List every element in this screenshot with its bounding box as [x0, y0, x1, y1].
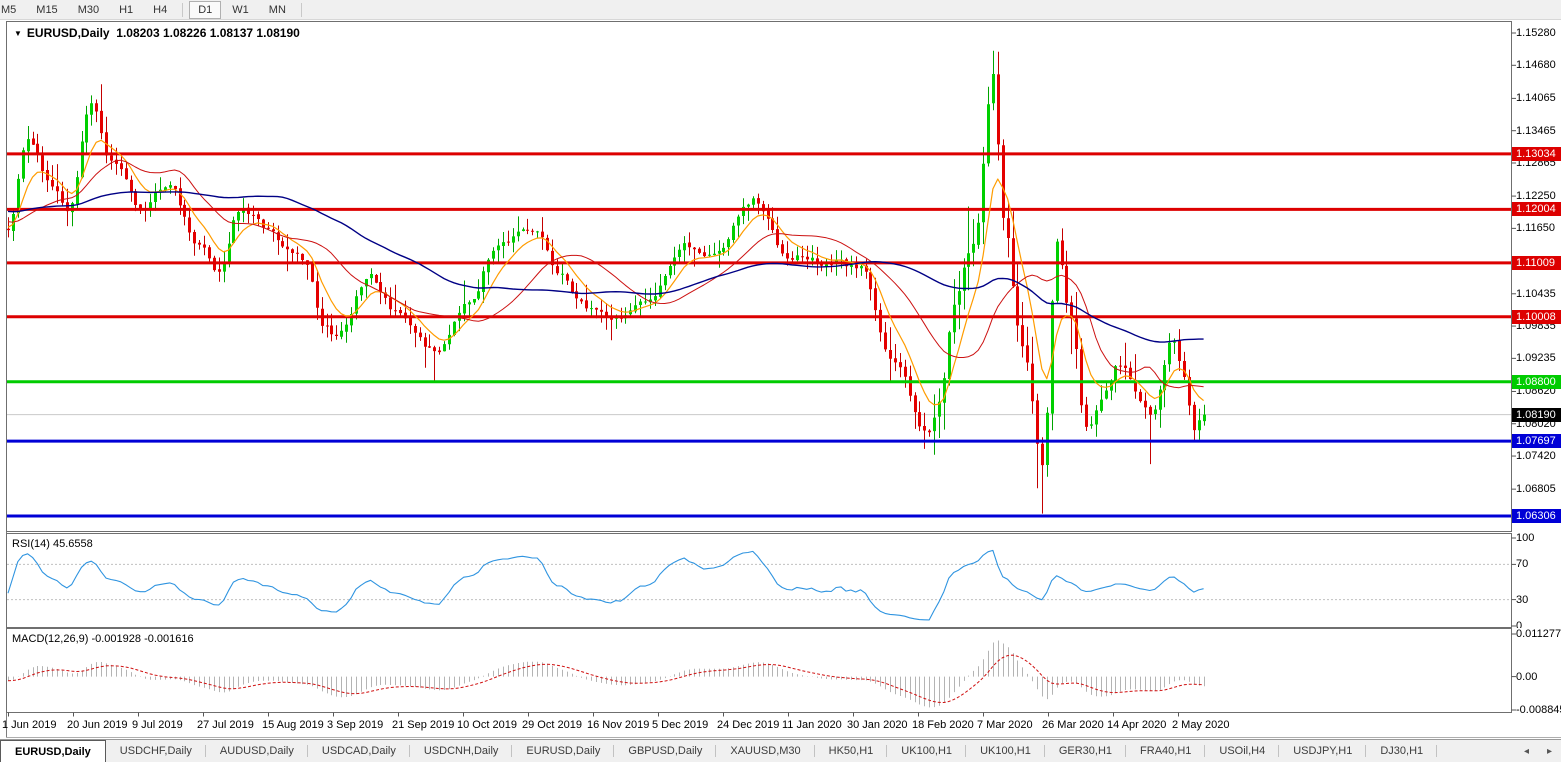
price-axis-label: 1.09235 — [1516, 352, 1560, 365]
level-price-tag: 1.13034 — [1512, 147, 1561, 161]
price-axis-label: 1.06805 — [1516, 483, 1560, 496]
level-price-tag: 1.10008 — [1512, 310, 1561, 324]
level-price-tag: 1.12004 — [1512, 202, 1561, 216]
macd-axis-label: -0.008845 — [1516, 704, 1561, 717]
level-price-tag: 1.07697 — [1512, 434, 1561, 448]
date-axis-label: 10 Oct 2019 — [457, 719, 517, 731]
price-axis-label: 1.11650 — [1516, 222, 1560, 235]
rsi-indicator-label: RSI(14) 45.6558 — [12, 538, 93, 550]
level-price-tag: 1.06306 — [1512, 509, 1561, 523]
price-axis-label: 1.07420 — [1516, 450, 1560, 463]
bull-candle-bodies — [12, 74, 1206, 465]
macd-axis-label: 0.00 — [1516, 671, 1560, 684]
price-axis-label: 1.15280 — [1516, 27, 1560, 40]
price-axis-label: 1.10435 — [1516, 288, 1560, 301]
current-price-tag: 1.08190 — [1512, 408, 1561, 422]
date-axis-label: 16 Nov 2019 — [587, 719, 650, 731]
panel-border — [6, 533, 1512, 628]
date-axis-label: 29 Oct 2019 — [522, 719, 582, 731]
macd-histogram — [8, 640, 1205, 708]
macd-indicator-label: MACD(12,26,9) -0.001928 -0.001616 — [12, 633, 194, 645]
date-axis-label: 18 Feb 2020 — [912, 719, 974, 731]
date-axis-label: 7 Mar 2020 — [977, 719, 1033, 731]
rsi-line — [7, 549, 1204, 621]
chart-symbol-label: EURUSD,Daily — [26, 26, 110, 40]
date-axis-label: 11 Jan 2020 — [782, 719, 842, 731]
fast-ma-line — [7, 139, 1204, 406]
macd-signal-line — [7, 654, 1204, 704]
date-axis-label: 3 Sep 2019 — [327, 719, 384, 731]
date-axis-label: 1 Jun 2019 — [2, 719, 57, 731]
level-price-tag: 1.11009 — [1512, 256, 1561, 270]
macd-axis-label: 0.011277 — [1516, 628, 1561, 641]
chart-canvas[interactable] — [0, 0, 1561, 761]
date-axis-label: 5 Dec 2019 — [652, 719, 709, 731]
date-axis-label: 24 Dec 2019 — [717, 719, 780, 731]
collapse-triangle-icon[interactable]: ▼ — [14, 29, 22, 38]
slow-ma-line — [7, 191, 1204, 343]
date-axis-label: 27 Jul 2019 — [197, 719, 254, 731]
chart-title: ▼ EURUSD,Daily 1.08203 1.08226 1.08137 1.… — [14, 26, 300, 40]
level-price-tag: 1.08800 — [1512, 375, 1561, 389]
rsi-axis-label: 30 — [1516, 594, 1560, 607]
date-axis-label: 2 May 2020 — [1172, 719, 1230, 731]
date-axis-label: 15 Aug 2019 — [262, 719, 324, 731]
price-axis-label: 1.14065 — [1516, 92, 1560, 105]
date-axis-label: 26 Mar 2020 — [1042, 719, 1104, 731]
rsi-axis-label: 100 — [1516, 532, 1560, 545]
date-axis-label: 21 Sep 2019 — [392, 719, 455, 731]
date-axis-label: 14 Apr 2020 — [1107, 719, 1167, 731]
trading-platform-window: { "toolbar": { "periods": [ {"label":"M5… — [0, 0, 1561, 762]
chart-tab-eurusd-daily[interactable]: EURUSD,Daily — [0, 740, 106, 762]
date-axis-label: 30 Jan 2020 — [847, 719, 908, 731]
panel-border — [6, 21, 1512, 532]
price-axis-label: 1.13465 — [1516, 125, 1560, 138]
price-axis-label: 1.14680 — [1516, 59, 1560, 72]
date-axis-label: 20 Jun 2019 — [67, 719, 128, 731]
chart-ohlc-values: 1.08203 1.08226 1.08137 1.08190 — [116, 26, 300, 40]
date-axis-label: 9 Jul 2019 — [132, 719, 183, 731]
rsi-axis-label: 70 — [1516, 558, 1560, 571]
